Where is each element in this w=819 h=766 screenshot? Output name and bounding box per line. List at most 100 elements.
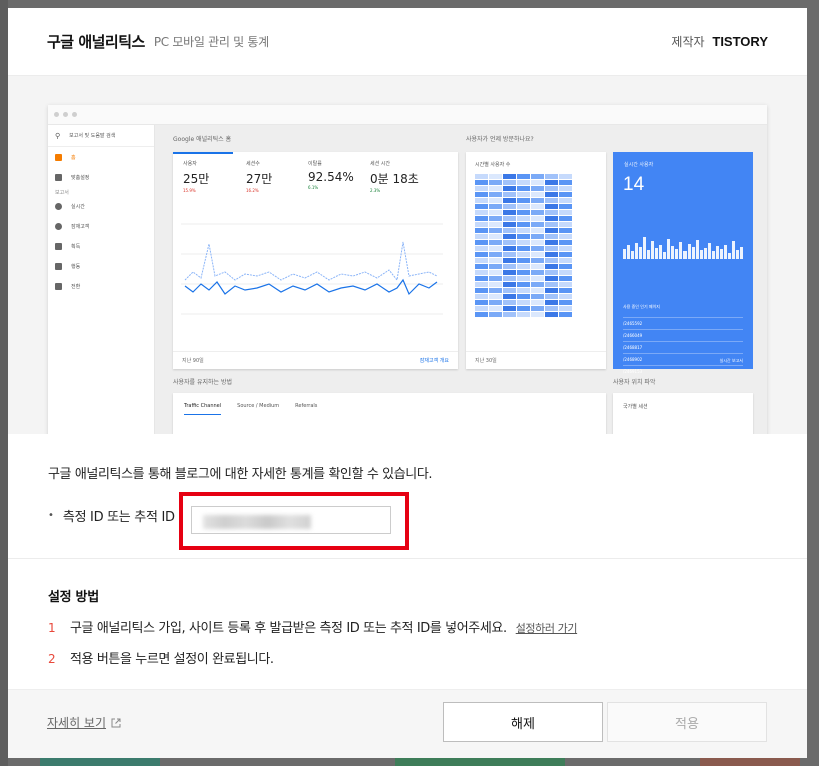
heatmap-cell xyxy=(475,306,488,311)
heatmap-cell xyxy=(545,228,558,233)
heatmap-cell xyxy=(489,186,502,191)
heatmap-cell xyxy=(545,186,558,191)
heatmap-cell xyxy=(531,276,544,281)
metric-underline xyxy=(173,152,233,154)
author-label: 제작자 xyxy=(671,35,705,49)
heatmap-cell xyxy=(489,246,502,251)
heatmap-cell xyxy=(475,270,488,275)
heatmap-cell xyxy=(531,216,544,221)
metric-delta: 6.1% xyxy=(308,185,319,190)
author-info: 제작자 TISTORY xyxy=(671,33,768,50)
metric-bounce-rate: 이탈률 92.54% 6.1% xyxy=(308,160,354,190)
step-number: 1 xyxy=(48,621,56,635)
heatmap-cell xyxy=(559,294,572,299)
learn-more-link[interactable]: 자세히 보기 xyxy=(47,714,121,731)
background-overlay xyxy=(0,0,8,766)
heatmap-cell xyxy=(517,258,530,263)
heatmap-cell xyxy=(517,252,530,257)
heatmap-cell xyxy=(503,258,516,263)
realtime-bar xyxy=(711,251,715,259)
heatmap-row xyxy=(475,288,575,293)
heatmap-cell xyxy=(517,294,530,299)
heatmap-cell xyxy=(475,258,488,263)
heatmap-cell xyxy=(559,180,572,185)
heatmap-row xyxy=(475,294,575,299)
heatmap-cell xyxy=(531,180,544,185)
heatmap-cell xyxy=(559,198,572,203)
step-text: 구글 애널리틱스 가입, 사이트 등록 후 발급받은 측정 ID 또는 추적 I… xyxy=(70,621,507,636)
metric-label: 세션수 xyxy=(246,161,260,167)
metric-users: 사용자 25만 15.9% xyxy=(183,160,209,193)
realtime-bar xyxy=(739,247,743,259)
ga-search-label: 보고서 및 도움말 검색 xyxy=(69,133,116,139)
realtime-bars xyxy=(623,232,743,259)
ga-search: ⚲ 보고서 및 도움말 검색 xyxy=(48,125,154,147)
metric-value: 0분 18초 xyxy=(370,172,419,186)
heatmap-row xyxy=(475,270,575,275)
heatmap-cell xyxy=(503,252,516,257)
heatmap-row xyxy=(475,276,575,281)
realtime-link: 실시간 보고서 xyxy=(719,358,743,363)
heatmap-cell xyxy=(545,288,558,293)
tab-source-medium: Source / Medium xyxy=(237,403,280,409)
heatmap-cell xyxy=(545,252,558,257)
ga-side-item-behavior: 행동 xyxy=(48,256,154,276)
heatmap-row xyxy=(475,174,575,179)
realtime-pages-label: 사용 중인 인기 페이지 xyxy=(623,304,660,309)
heatmap-cell xyxy=(531,222,544,227)
home-icon xyxy=(55,153,62,161)
external-link-icon xyxy=(111,718,121,727)
settings-form: 구글 애널리틱스를 통해 블로그에 대한 자세한 통계를 확인할 수 있습니다.… xyxy=(8,434,807,559)
users-line-chart xyxy=(181,223,443,315)
heatmap-cell xyxy=(559,186,572,191)
ga-location-title: 사용자 위치 파악 xyxy=(613,379,656,386)
realtime-bar xyxy=(683,251,687,259)
heatmap-cell xyxy=(517,306,530,311)
heatmap-cell xyxy=(517,228,530,233)
heatmap-cell xyxy=(475,234,488,239)
heatmap-cell xyxy=(489,252,502,257)
ga-side-item-realtime: 실시간 xyxy=(48,196,154,216)
heatmap-cell xyxy=(545,222,558,227)
heatmap-cell xyxy=(545,234,558,239)
heatmap-cell xyxy=(503,186,516,191)
heatmap-cell xyxy=(531,306,544,311)
metric-value: 27만 xyxy=(246,172,273,186)
heatmap-row xyxy=(475,252,575,257)
heatmap-cell xyxy=(503,264,516,269)
realtime-bar xyxy=(699,250,703,259)
heatmap-cell xyxy=(559,246,572,251)
heatmap-cell xyxy=(545,240,558,245)
heatmap-cell xyxy=(489,174,502,179)
overview-footer: 지난 90일 잠재고객 개요 xyxy=(173,351,458,369)
heatmap-row xyxy=(475,186,575,191)
measurement-id-row: • 측정 ID 또는 추적 ID xyxy=(48,492,767,550)
heatmap-cell xyxy=(489,204,502,209)
dialog-footer: 자세히 보기 해제 적용 xyxy=(8,689,807,758)
metric-label: 세션 시간 xyxy=(370,161,390,167)
heatmap-cell xyxy=(489,300,502,305)
heatmap-cell xyxy=(531,258,544,263)
heatmap-cell xyxy=(475,246,488,251)
heatmap-cell xyxy=(503,300,516,305)
realtime-bar xyxy=(735,250,739,259)
go-settings-link[interactable]: 설정하러 가기 xyxy=(516,620,578,636)
ga-side-item-audience: 잠재고객 xyxy=(48,216,154,236)
heatmap-cell xyxy=(559,258,572,263)
apply-button[interactable]: 적용 xyxy=(607,702,767,742)
overview-link: 잠재고객 개요 xyxy=(419,358,449,364)
realtime-bar xyxy=(691,247,695,259)
plugin-description: 구글 애널리틱스를 통해 블로그에 대한 자세한 통계를 확인할 수 있습니다. xyxy=(48,467,433,482)
heatmap-cell xyxy=(517,276,530,281)
heatmap-cell xyxy=(531,270,544,275)
ga-side-item-home: 홈 xyxy=(48,147,154,167)
heatmap-cell xyxy=(475,186,488,191)
clock-icon xyxy=(55,202,62,210)
disable-button[interactable]: 해제 xyxy=(443,702,603,742)
heatmap-cell xyxy=(545,306,558,311)
heatmap-cell xyxy=(489,222,502,227)
acquisition-icon xyxy=(55,242,62,250)
metric-sessions: 세션수 27만 16.2% xyxy=(246,160,272,193)
heatmap-cell xyxy=(559,312,572,317)
heatmap-cell xyxy=(531,264,544,269)
